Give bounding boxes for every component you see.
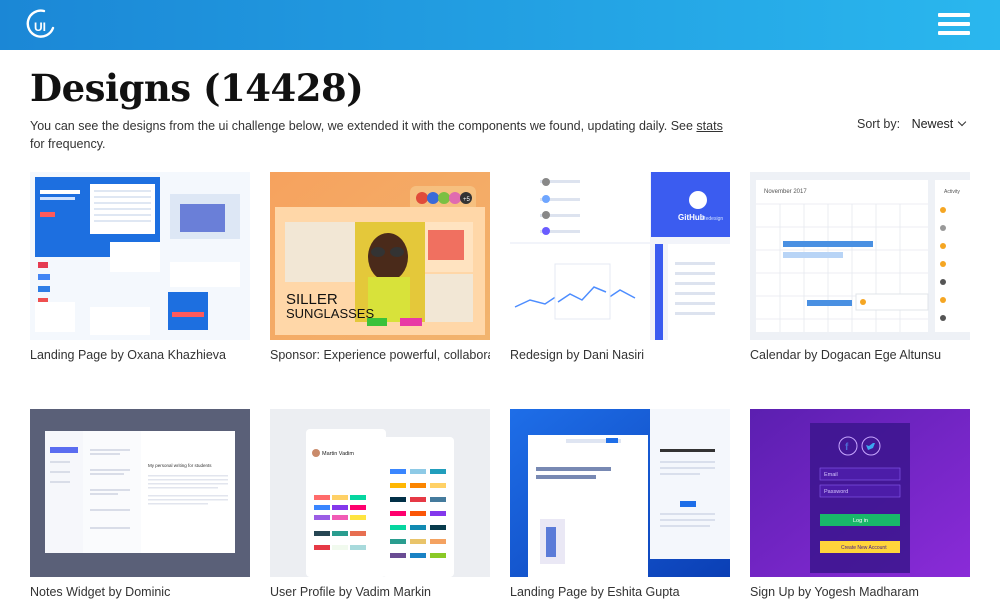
design-thumbnail[interactable] [30,172,250,340]
design-thumbnail[interactable]: Martin Vadim [270,409,490,577]
ui-logo-icon[interactable]: UI [26,8,56,42]
design-thumbnail[interactable]: +5 SILLER SUNGLASSES [270,172,490,340]
thumb-text-redesign: Redesign [702,216,723,222]
logo-text: UI [34,20,46,34]
design-thumbnail[interactable] [510,409,730,577]
design-thumbnail[interactable]: f Email Password Log in Create New Accou… [750,409,970,577]
hamburger-menu-icon[interactable] [938,13,970,37]
chevron-down-icon [958,117,967,127]
intro-text-after: for frequency. [30,137,106,151]
design-caption[interactable]: Sponsor: Experience powerful, collaborat [270,348,490,362]
design-card[interactable]: Martin Vadim User Profile by Vadim Marki… [270,409,490,600]
design-thumbnail[interactable]: GitHub Redesign [510,172,730,340]
sort-label: Sort by: [857,117,901,131]
design-caption[interactable]: Redesign by Dani Nasiri [510,348,730,362]
thumb-text-login: Log in [853,518,868,524]
thumb-text-github: GitHub [678,213,705,222]
design-caption[interactable]: Landing Page by Eshita Gupta [510,585,730,599]
design-caption[interactable]: Landing Page by Oxana Khazhieva [30,348,250,362]
thumb-text-sunglasses: SUNGLASSES [286,306,374,321]
thumb-text-email: Email [824,472,838,478]
design-thumbnail[interactable]: November 2017 Activity [750,172,970,340]
thumb-text-month: November 2017 [764,189,807,195]
design-card[interactable]: November 2017 Activity Calendar by Dogac… [750,172,970,377]
thumb-text-profile-name: Martin Vadim [322,451,354,457]
intro-text: You can see the designs from the ui chal… [30,117,730,153]
page-title: Designs (14428) [30,66,364,110]
thumb-text-password: Password [824,489,848,495]
design-caption[interactable]: Calendar by Dogacan Ege Altunsu [750,348,970,362]
design-card[interactable]: My personal writing for students Notes W… [30,409,250,600]
sort-selected-value: Newest [911,117,954,131]
design-caption[interactable]: Notes Widget by Dominic [30,585,250,599]
thumb-text-note-title: My personal writing for students [148,463,212,468]
design-card[interactable]: GitHub Redesign Redesign by Dani Nasiri [510,172,730,377]
design-caption[interactable]: Sign Up by Yogesh Madharam [750,585,970,599]
sort-control: Sort by: Newest [857,117,967,131]
top-navigation-bar: UI [0,0,1000,50]
design-thumbnail[interactable]: My personal writing for students [30,409,250,577]
sort-select[interactable]: Newest [911,117,967,131]
design-card[interactable]: +5 SILLER SUNGLASSES Sponsor: Experience… [270,172,490,377]
design-card[interactable]: Landing Page by Eshita Gupta [510,409,730,600]
thumb-text-create-account: Create New Account [841,545,887,551]
stats-link[interactable]: stats [696,119,722,133]
thumb-text-activity: Activity [944,189,960,195]
avatar-count-badge: +5 [463,197,471,203]
intro-text-before: You can see the designs from the ui chal… [30,119,697,133]
design-caption[interactable]: User Profile by Vadim Markin [270,585,490,599]
design-card[interactable]: Landing Page by Oxana Khazhieva [30,172,250,377]
design-card[interactable]: f Email Password Log in Create New Accou… [750,409,970,600]
